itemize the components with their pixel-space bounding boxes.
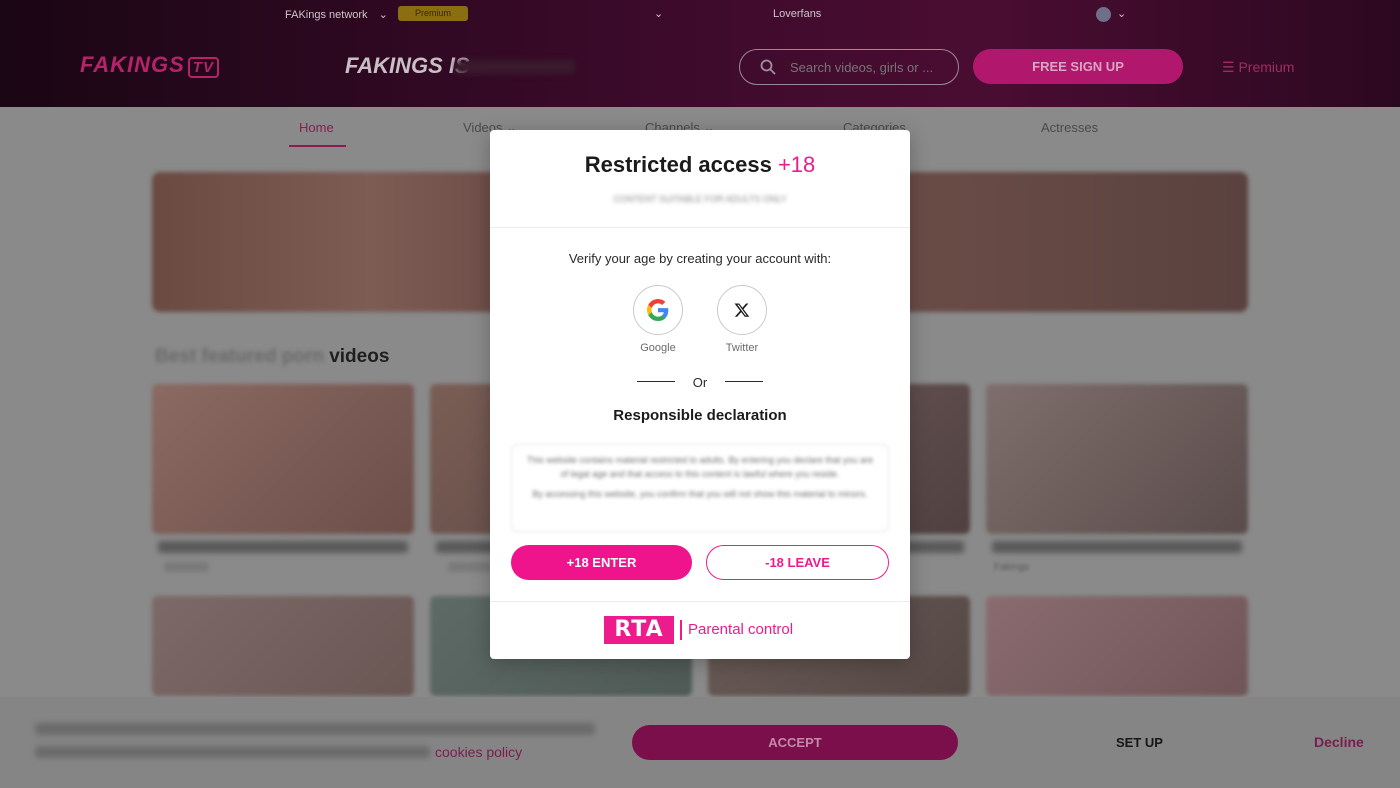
cookie-banner: cookies policy ACCEPT SET UP Decline: [0, 697, 1400, 788]
chevron-down-icon: ⌄: [378, 9, 388, 21]
rta-logo[interactable]: RTA: [604, 616, 674, 644]
video-card-tag: [164, 562, 209, 572]
network-dropdown[interactable]: FAKings network ⌄: [285, 8, 388, 21]
declaration-title: Responsible declaration: [613, 407, 787, 424]
video-card[interactable]: [986, 384, 1248, 534]
modal-subtitle: CONTENT SUITABLE FOR ADULTS ONLY: [613, 194, 787, 204]
premium-label: Premium: [1238, 59, 1295, 75]
google-button[interactable]: [633, 285, 683, 335]
decline-cookies-button[interactable]: Decline: [1314, 734, 1364, 750]
section-title: Best featured porn videos: [155, 346, 389, 368]
modal-title-accent: +18: [777, 152, 816, 177]
video-card[interactable]: [152, 596, 414, 696]
video-card-tag: Fakings: [994, 562, 1030, 573]
nav-actresses[interactable]: Actresses: [1041, 120, 1098, 135]
divider: [490, 227, 910, 228]
setup-cookies-button[interactable]: SET UP: [1116, 735, 1163, 750]
verify-instructions: Verify your age by creating your account…: [568, 251, 832, 266]
video-card-tag: [448, 562, 493, 572]
section-title-prefix: Best featured porn: [155, 346, 330, 367]
google-icon: [647, 299, 669, 321]
modal-title-text: Restricted access: [584, 152, 778, 177]
divider: [725, 381, 763, 382]
site-logo[interactable]: FAKINGS TV: [80, 52, 219, 78]
premium-link[interactable]: ☰ Premium: [1222, 59, 1294, 76]
cookie-text: [35, 746, 430, 758]
video-card-title[interactable]: [158, 541, 408, 553]
network-bar: FAKings network ⌄ Premium ⌄ Loverfans ⌄: [0, 0, 1400, 28]
divider: [680, 620, 682, 640]
divider: [490, 601, 910, 602]
site-slogan: FAKINGS IS: [345, 53, 470, 78]
twitter-label: Twitter: [725, 342, 759, 354]
language-flag-icon[interactable]: [1096, 7, 1111, 22]
slogan-continuation: [455, 60, 575, 74]
parental-control-link[interactable]: Parental control: [688, 621, 793, 638]
partner-link[interactable]: Loverfans: [773, 8, 821, 20]
x-icon: [734, 303, 750, 317]
premium-badge[interactable]: Premium: [398, 6, 468, 21]
video-card[interactable]: [152, 384, 414, 534]
free-signup-button[interactable]: FREE SIGN UP: [973, 49, 1183, 84]
or-separator: Or: [692, 375, 708, 390]
leave-button[interactable]: -18 LEAVE: [706, 545, 889, 580]
enter-button[interactable]: +18 ENTER: [511, 545, 692, 580]
cookie-text: [35, 723, 595, 735]
search-icon: [760, 59, 776, 75]
site-header: FAKings network ⌄ Premium ⌄ Loverfans ⌄ …: [0, 0, 1400, 107]
modal-title: Restricted access +18: [490, 152, 910, 178]
search-box[interactable]: [739, 49, 959, 85]
twitter-button[interactable]: [717, 285, 767, 335]
nav-active-indicator: [289, 145, 346, 147]
network-label: FAKings network: [285, 9, 368, 21]
nav-home[interactable]: Home: [299, 120, 334, 135]
chevron-down-icon[interactable]: ⌄: [654, 7, 663, 20]
search-input[interactable]: [790, 58, 940, 76]
video-card[interactable]: [986, 596, 1248, 696]
section-title-text: videos: [329, 346, 390, 367]
age-verification-modal: Restricted access +18 CONTENT SUITABLE F…: [490, 130, 910, 659]
cookies-policy-link[interactable]: cookies policy: [435, 744, 522, 760]
google-signin[interactable]: Google: [633, 285, 683, 354]
menu-icon: ☰: [1222, 59, 1235, 75]
video-card-title[interactable]: [992, 541, 1242, 553]
twitter-signin[interactable]: Twitter: [717, 285, 767, 354]
declaration-text-box[interactable]: This website contains material restricte…: [511, 444, 889, 532]
google-label: Google: [640, 342, 676, 354]
chevron-down-icon[interactable]: ⌄: [1117, 7, 1126, 20]
accept-cookies-button[interactable]: ACCEPT: [632, 725, 958, 760]
